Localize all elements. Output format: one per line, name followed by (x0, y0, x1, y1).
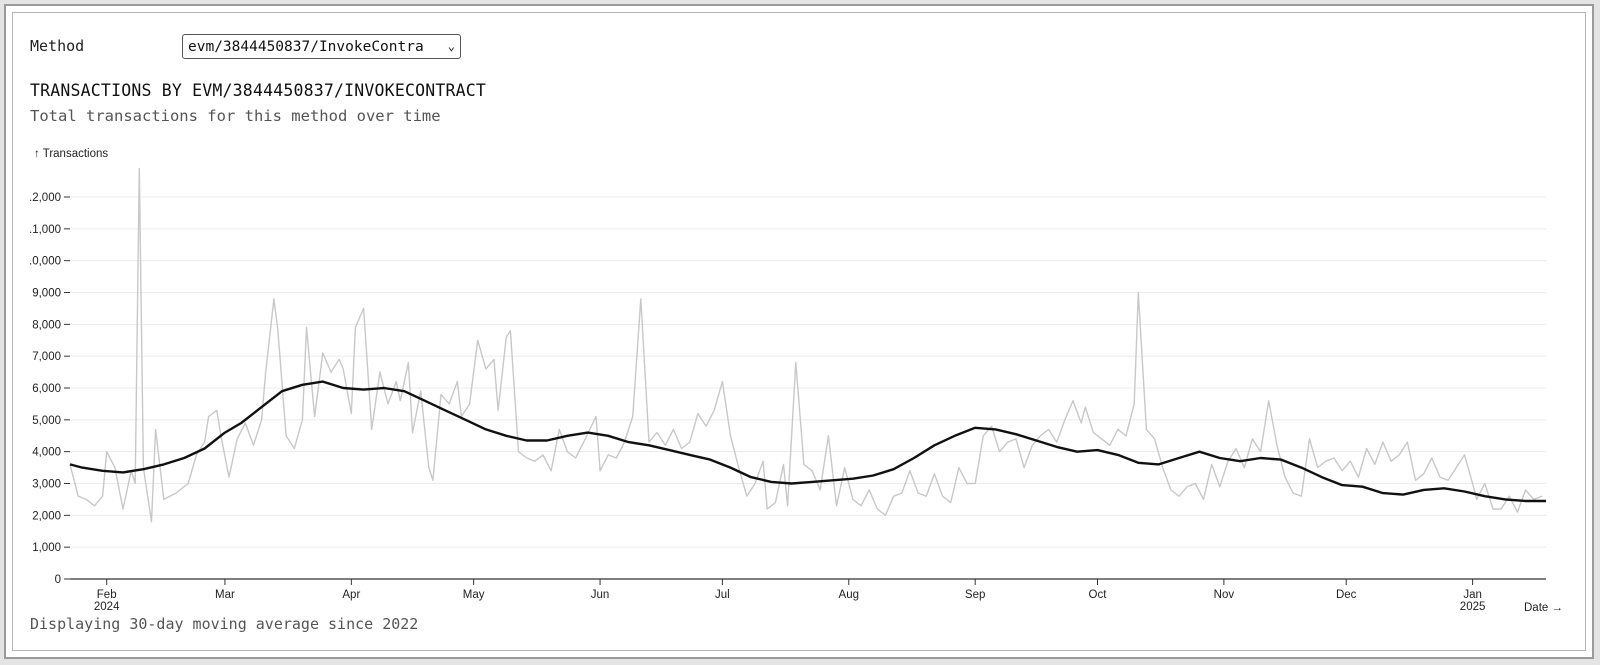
y-tick-label: .0,000 (29, 256, 61, 268)
x-tick-sublabel: 2024 (94, 601, 120, 613)
x-tick-label: Jul (715, 589, 730, 601)
x-tick-label: May (463, 589, 485, 601)
x-tick-label: Feb (97, 589, 117, 601)
x-tick-label: Dec (1336, 589, 1357, 601)
y-tick-label: .1,000 (29, 224, 61, 236)
x-tick-sublabel: 2025 (1460, 601, 1486, 613)
y-tick-label: 3,000 (32, 479, 61, 491)
y-tick-label: 5,000 (32, 415, 61, 427)
x-tick-label: Jun (591, 589, 610, 601)
y-axis-label: ↑ Transactions (34, 148, 108, 160)
y-tick-label: 4,000 (32, 447, 61, 459)
series-lines (69, 167, 1546, 523)
x-tick-label: Mar (215, 589, 235, 601)
x-axis: Feb2024 Mar Apr May Jun Jul Aug Sep Oct Nov Dec Jan… (70, 578, 1546, 613)
y-tick-label: 2,000 (32, 510, 61, 522)
x-tick-label: Oct (1089, 589, 1108, 601)
y-tick-label: 0 (55, 574, 61, 586)
daily-series-line (69, 167, 1543, 523)
y-tick-label: 9,000 (32, 288, 61, 300)
grid-lines (70, 196, 1546, 548)
footnote: Displaying 30-day moving average since 2… (30, 615, 419, 633)
x-tick-label: Aug (839, 589, 859, 601)
x-tick-label: Apr (342, 589, 360, 601)
y-tick-label: 1,000 (32, 542, 61, 554)
x-tick-label: Sep (965, 589, 985, 601)
y-axis: 0 1,000 2,000 3,000 4,000 5,000 6,000 7,000 8,00… (29, 192, 70, 586)
x-tick-label: Jan (1463, 589, 1482, 601)
x-tick-label: Nov (1214, 589, 1235, 601)
x-axis-label: Date → (1524, 602, 1563, 614)
y-tick-label: 8,000 (32, 319, 61, 331)
y-tick-label: .2,000 (29, 192, 61, 204)
line-chart: 0 1,000 2,000 3,000 4,000 5,000 6,000 7,000 8,00… (29, 148, 1563, 614)
y-tick-label: 6,000 (32, 383, 61, 395)
y-tick-label: 7,000 (32, 351, 61, 363)
